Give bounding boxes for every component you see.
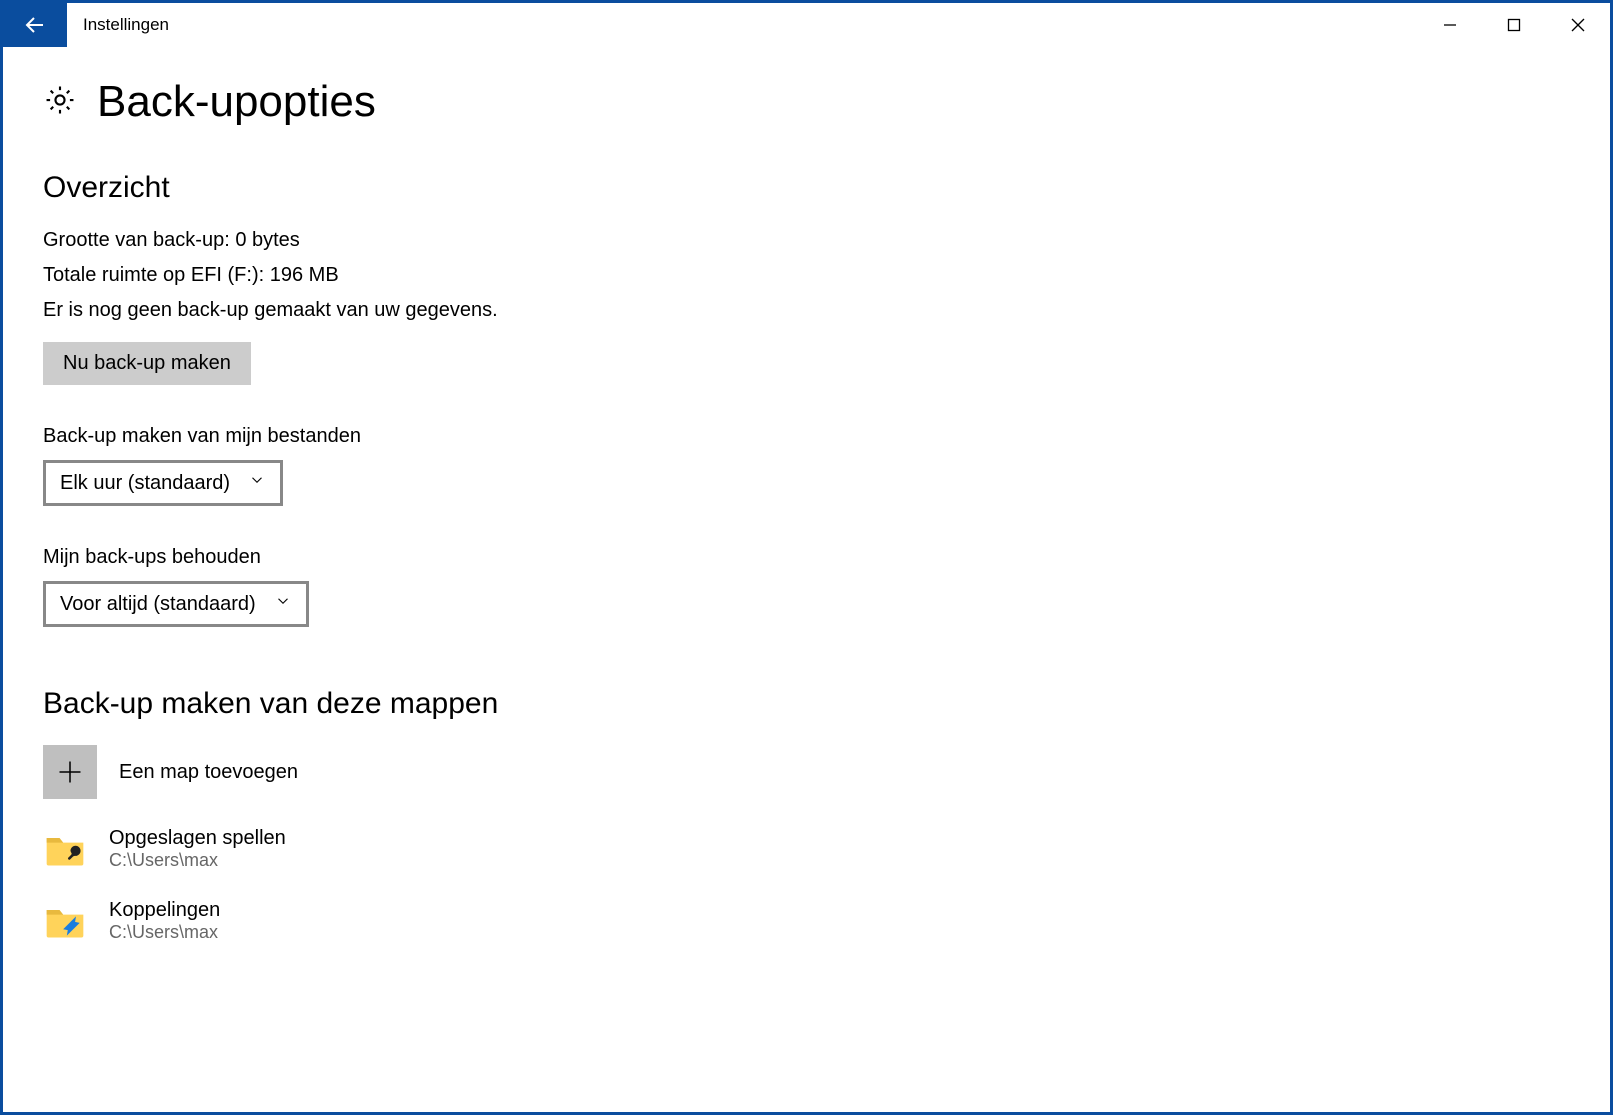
retention-dropdown[interactable]: Voor altijd (standaard) [43,581,309,627]
frequency-dropdown[interactable]: Elk uur (standaard) [43,460,283,506]
folder-saved-games-icon [43,827,87,871]
plus-icon [43,745,97,799]
frequency-selected: Elk uur (standaard) [60,472,230,495]
page-header: Back-upopties [43,77,1570,127]
window-controls [1418,3,1610,47]
backup-status-line: Er is nog geen back-up gemaakt van uw ge… [43,299,1570,322]
back-button[interactable] [3,3,67,47]
folder-item[interactable]: Opgeslagen spellen C:\Users\max [43,827,1570,871]
folder-path: C:\Users\max [109,922,220,943]
folder-links-icon [43,899,87,943]
retention-selected: Voor altijd (standaard) [60,593,256,616]
folder-name: Opgeslagen spellen [109,827,286,850]
folders-heading: Back-up maken van deze mappen [43,687,1570,721]
frequency-label: Back-up maken van mijn bestanden [43,425,1570,448]
add-folder-row[interactable]: Een map toevoegen [43,745,1570,799]
close-button[interactable] [1546,3,1610,47]
backup-size-line: Grootte van back-up: 0 bytes [43,229,1570,252]
gear-icon [43,83,77,122]
folder-path: C:\Users\max [109,850,286,871]
chevron-down-icon [274,592,292,616]
folder-item[interactable]: Koppelingen C:\Users\max [43,899,1570,943]
retention-label: Mijn back-ups behouden [43,546,1570,569]
folder-name: Koppelingen [109,899,220,922]
total-space-line: Totale ruimte op EFI (F:): 196 MB [43,264,1570,287]
backup-now-button[interactable]: Nu back-up maken [43,342,251,385]
add-folder-label: Een map toevoegen [119,761,298,784]
content-area: Back-upopties Overzicht Grootte van back… [3,47,1610,1112]
minimize-button[interactable] [1418,3,1482,47]
chevron-down-icon [248,471,266,495]
settings-window: Instellingen Back-upopties Overzicht [0,0,1613,1115]
page-title: Back-upopties [97,77,376,127]
overview-heading: Overzicht [43,171,1570,205]
titlebar: Instellingen [3,3,1610,47]
maximize-button[interactable] [1482,3,1546,47]
window-title: Instellingen [83,15,169,35]
